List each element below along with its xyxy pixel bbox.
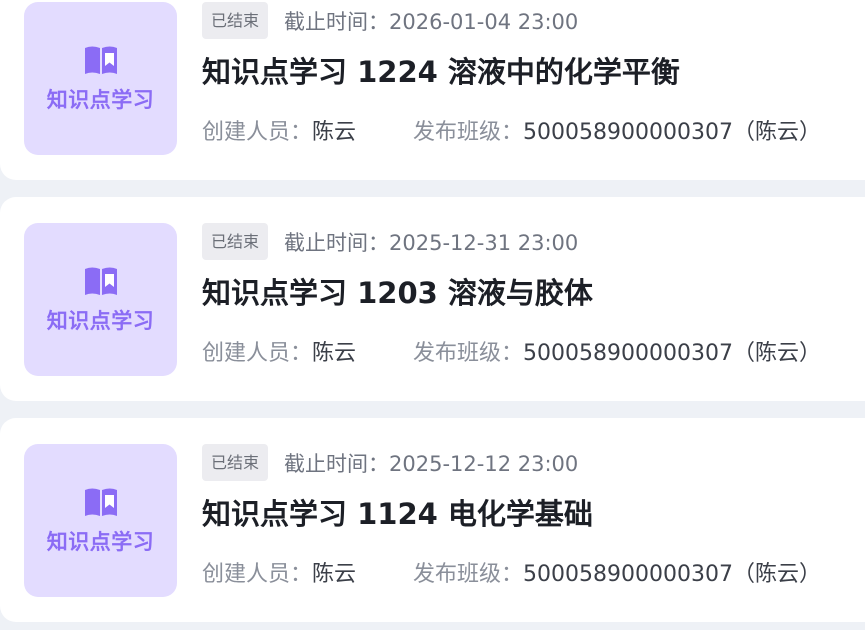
book-icon — [84, 46, 117, 74]
book-icon — [84, 267, 117, 295]
deadline-label: 截止时间： — [284, 9, 390, 34]
class-value: 500058900000307（陈云） — [523, 562, 822, 587]
deadline-label: 截止时间： — [284, 230, 390, 255]
status-badge: 已结束 — [202, 444, 269, 481]
assignment-title[interactable]: 知识点学习 1124 电化学基础 — [202, 491, 593, 533]
assignment-thumbnail: 知识点学习 — [24, 444, 177, 597]
status-badge: 已结束 — [202, 2, 269, 39]
deadline-value: 2025-12-12 23:00 — [389, 451, 579, 476]
assignment-card[interactable]: 知识点学习 已结束 截止时间：2025-12-31 23:00 知识点学习 12… — [0, 197, 865, 401]
assignment-meta: 创建人员：陈云 发布班级：500058900000307（陈云） — [202, 335, 821, 367]
deadline: 截止时间：2025-12-31 23:00 — [284, 227, 578, 257]
class-label: 发布班级： — [413, 562, 524, 587]
class-label: 发布班级： — [413, 120, 524, 145]
thumbnail-label: 知识点学习 — [46, 529, 155, 554]
deadline-value: 2026-01-04 23:00 — [389, 9, 579, 34]
status-badge: 已结束 — [202, 223, 269, 260]
assignment-title[interactable]: 知识点学习 1203 溶液与胶体 — [202, 270, 593, 312]
status-row: 已结束 截止时间：2026-01-04 23:00 — [202, 2, 578, 39]
assignment-thumbnail: 知识点学习 — [24, 2, 177, 155]
assignment-meta: 创建人员：陈云 发布班级：500058900000307（陈云） — [202, 114, 821, 146]
creator-value: 陈云 — [312, 120, 357, 145]
deadline: 截止时间：2026-01-04 23:00 — [284, 6, 578, 36]
creator-label: 创建人员： — [202, 120, 313, 145]
book-icon — [84, 488, 117, 516]
deadline: 截止时间：2025-12-12 23:00 — [284, 448, 578, 478]
assignment-card[interactable]: 知识点学习 已结束 截止时间：2025-12-12 23:00 知识点学习 11… — [0, 418, 865, 622]
status-row: 已结束 截止时间：2025-12-31 23:00 — [202, 223, 578, 260]
deadline-label: 截止时间： — [284, 451, 390, 476]
status-row: 已结束 截止时间：2025-12-12 23:00 — [202, 444, 578, 481]
thumbnail-label: 知识点学习 — [46, 308, 155, 333]
deadline-value: 2025-12-31 23:00 — [389, 230, 579, 255]
assignment-title[interactable]: 知识点学习 1224 溶液中的化学平衡 — [202, 49, 680, 91]
creator-value: 陈云 — [312, 562, 357, 587]
thumbnail-label: 知识点学习 — [46, 87, 155, 112]
assignment-thumbnail: 知识点学习 — [24, 223, 177, 376]
class-value: 500058900000307（陈云） — [523, 341, 822, 366]
class-label: 发布班级： — [413, 341, 524, 366]
assignment-card[interactable]: 知识点学习 已结束 截止时间：2026-01-04 23:00 知识点学习 12… — [0, 0, 865, 180]
creator-label: 创建人员： — [202, 562, 313, 587]
class-value: 500058900000307（陈云） — [523, 120, 822, 145]
creator-label: 创建人员： — [202, 341, 313, 366]
assignment-meta: 创建人员：陈云 发布班级：500058900000307（陈云） — [202, 556, 821, 588]
creator-value: 陈云 — [312, 341, 357, 366]
